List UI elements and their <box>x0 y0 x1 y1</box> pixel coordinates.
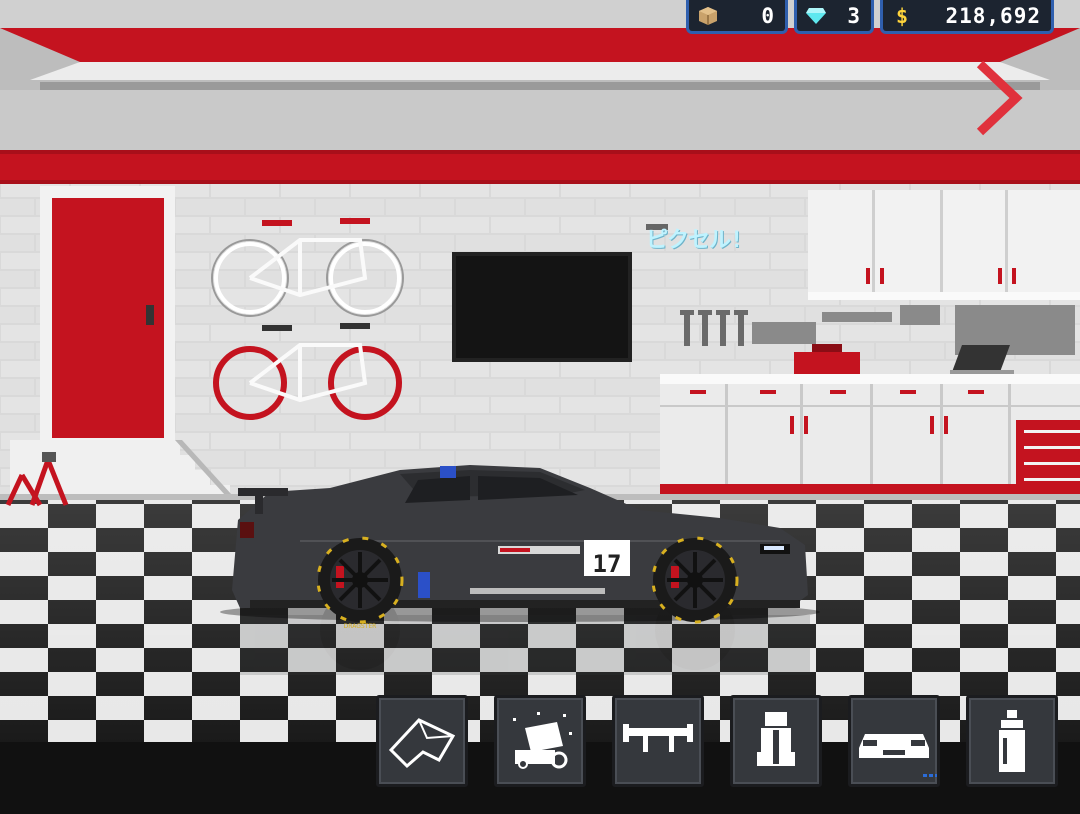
garage-background: 17 DRAGSTER <box>0 0 1080 744</box>
gems-value: 3 <box>847 3 861 28</box>
spoiler-button[interactable] <box>612 695 704 787</box>
dollar-icon: $ <box>895 3 909 28</box>
paint-button[interactable] <box>966 695 1058 787</box>
crates-counter: 0 <box>686 0 788 34</box>
race-number: 17 <box>593 550 622 578</box>
wrap-icon <box>388 718 456 769</box>
money-counter: $ 218,692 <box>880 0 1054 34</box>
seat-button[interactable] <box>730 695 822 787</box>
car-wash-icon <box>513 712 572 769</box>
diamond-icon <box>805 5 827 27</box>
wrap-button[interactable] <box>376 695 468 787</box>
chevron-right-icon <box>976 60 1023 136</box>
wash-button[interactable] <box>494 695 586 787</box>
spoiler-icon <box>623 724 693 752</box>
wall-sign: ピクセル! <box>646 228 743 253</box>
crates-value: 0 <box>761 3 775 28</box>
tire-brand-label: DRAGSTER <box>344 623 377 630</box>
garage-scene: 17 DRAGSTER <box>0 0 1080 810</box>
next-garage-button[interactable] <box>970 58 1024 138</box>
car-front-icon <box>859 734 937 777</box>
spray-can-icon <box>999 710 1025 772</box>
crate-icon <box>697 5 719 27</box>
money-value: 218,692 <box>945 3 1041 28</box>
gems-counter: 3 <box>794 0 874 34</box>
body-button[interactable] <box>848 695 940 787</box>
seat-icon <box>757 712 795 766</box>
